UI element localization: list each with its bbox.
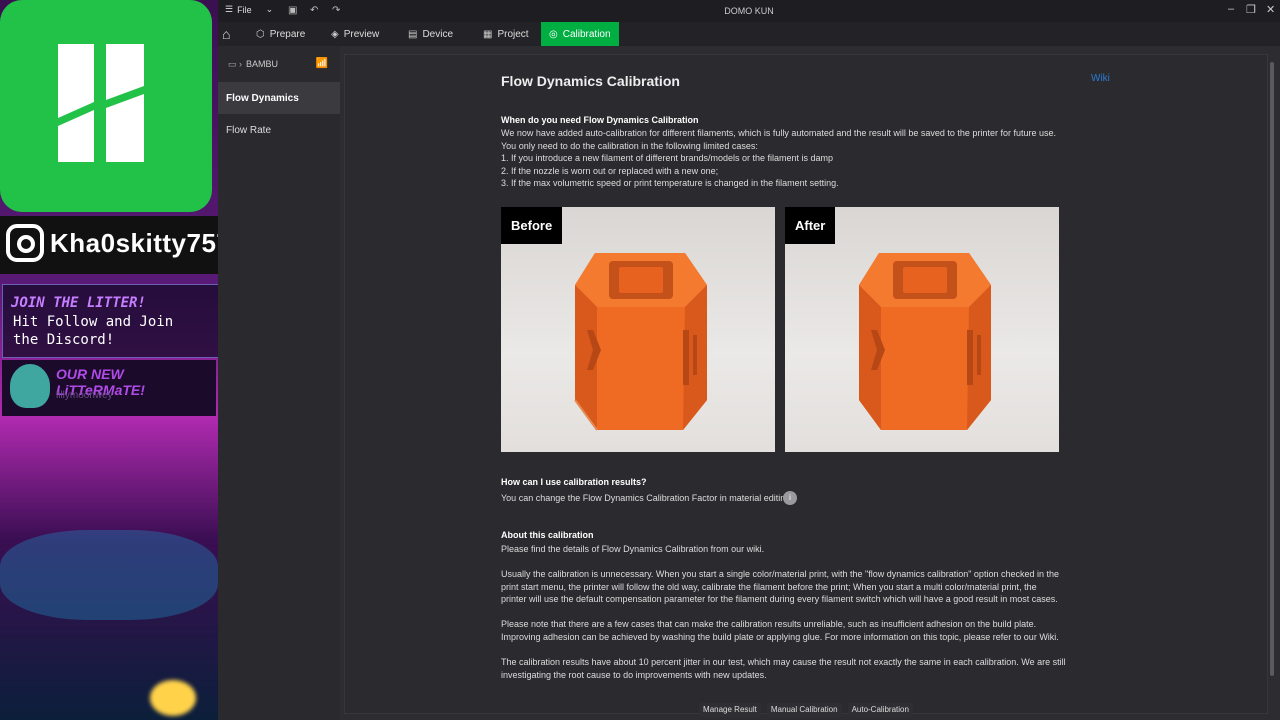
content-scrollbar[interactable] [1270, 62, 1274, 676]
printer-selector[interactable]: ▭ › BAMBU 📶 [218, 52, 340, 76]
tab-device[interactable]: ▤ Device [400, 22, 461, 46]
text-line: 2. If the nozzle is worn out or replaced… [501, 165, 719, 176]
instagram-banner: Kha0skitty757 [0, 216, 218, 274]
maximize-icon[interactable]: ❐ [1246, 3, 1256, 16]
text-line: Please find the details of Flow Dynamics… [501, 544, 765, 554]
wiki-link[interactable]: Wiki [1091, 73, 1110, 84]
tab-preview[interactable]: ◈ Preview [323, 22, 387, 46]
tab-label: Device [422, 28, 454, 40]
after-label: After [785, 207, 836, 244]
title-bar: ☰ File ⌄ ▣ ↶ ↷ DOMO KUN – ❐ ✕ [218, 0, 1280, 22]
calibration-sidebar: ▭ › BAMBU 📶 Flow Dynamics Flow Rate [218, 46, 340, 720]
screen: Kha0skitty757 JOIN THE LITTER! Hit Follo… [0, 0, 1280, 720]
bambu-studio-window: ☰ File ⌄ ▣ ↶ ↷ DOMO KUN – ❐ ✕ ⌂ ⬡ Prepar… [218, 0, 1280, 720]
how-heading: How can I use calibration results? [501, 477, 647, 487]
instagram-handle: Kha0skitty757 [50, 228, 218, 258]
text-line: 3. If the max volumetric speed or print … [501, 178, 839, 189]
preview-icon: ◈ [331, 28, 339, 40]
text-line: Please note that there are a few cases t… [501, 619, 1037, 629]
member-avatar [10, 364, 50, 408]
bambu-logo [0, 0, 212, 212]
calibration-icon: ◎ [549, 28, 558, 40]
cube-icon: ⬡ [256, 28, 265, 40]
overlay-light [150, 680, 196, 716]
text-line: printer will use the default compensatio… [501, 594, 1058, 605]
close-icon[interactable]: ✕ [1266, 3, 1275, 16]
text-line: You can change the Flow Dynamics Calibra… [501, 493, 791, 503]
how-paragraph: You can change the Flow Dynamics Calibra… [501, 492, 1061, 505]
instagram-icon [6, 224, 44, 262]
before-label: Before [501, 207, 563, 244]
sidebar-item-label: Flow Dynamics [226, 92, 299, 104]
about-paragraph-2: Please note that there are a few cases t… [501, 618, 1061, 643]
text-line: print start menu, the printer will follo… [501, 581, 1037, 592]
when-paragraph: We now have added auto-calibration for d… [501, 127, 1061, 190]
printer-name: BAMBU [246, 59, 279, 69]
overlay-decoration [0, 530, 218, 620]
calibration-actions: Manage Result Manual Calibration Auto-Ca… [345, 703, 1267, 717]
tab-label: Preview [343, 28, 380, 40]
tab-label: Calibration [562, 28, 611, 40]
stream-overlay: Kha0skitty757 JOIN THE LITTER! Hit Follo… [0, 0, 218, 720]
about-paragraph-1: Usually the calibration is unnecessary. … [501, 568, 1061, 606]
tab-calibration[interactable]: ◎ Calibration [541, 22, 619, 46]
after-image: After [785, 207, 1059, 452]
project-icon: ▦ [483, 28, 493, 40]
follow-subtitle: Hit Follow and Join the Discord! [13, 314, 174, 348]
text-line: The calibration results have about 10 pe… [501, 657, 1066, 667]
after-cube-illustration [859, 253, 991, 430]
when-heading: When do you need Flow Dynamics Calibrati… [501, 115, 699, 125]
text-line: Usually the calibration is unnecessary. … [501, 569, 1059, 579]
tab-label: Project [497, 28, 529, 40]
device-icon: ▤ [408, 28, 418, 40]
tab-prepare[interactable]: ⬡ Prepare [248, 22, 313, 46]
text-line: 1. If you introduce a new filament of di… [501, 153, 834, 164]
page-title: Flow Dynamics Calibration [501, 73, 680, 89]
sidebar-item-flow-rate[interactable]: Flow Rate [218, 114, 340, 146]
new-member-banner: OUR NEW LiTTeRMaTE! lillymoonwey [2, 360, 216, 416]
text-line: You only need to do the calibration in t… [501, 140, 758, 151]
window-title: DOMO KUN [724, 6, 774, 16]
auto-calibration-button[interactable]: Auto-Calibration [847, 703, 913, 717]
before-cube-illustration [574, 253, 707, 431]
follow-title: JOIN THE LITTER! [11, 295, 146, 311]
sidebar-item-flow-dynamics[interactable]: Flow Dynamics [218, 82, 340, 114]
home-icon[interactable]: ⌂ [222, 26, 238, 42]
about-heading: About this calibration [501, 530, 594, 540]
about-paragraph-3: The calibration results have about 10 pe… [501, 656, 1066, 681]
tab-project[interactable]: ▦ Project [475, 22, 537, 46]
wifi-icon: 📶 [315, 58, 328, 69]
printer-icon: ▭ › [228, 58, 243, 69]
sidebar-item-label: Flow Rate [226, 124, 272, 136]
manage-result-button[interactable]: Manage Result [699, 703, 761, 717]
new-member-name: lillymoonwey [56, 390, 113, 401]
before-image: Before [501, 207, 775, 452]
info-icon[interactable]: i [783, 491, 797, 505]
follow-banner: JOIN THE LITTER! Hit Follow and Join the… [2, 284, 218, 358]
text-line: investigating the root cause to do impro… [501, 669, 767, 680]
text-line: We now have added auto-calibration for d… [501, 128, 1056, 138]
text-line: Improving adhesion can be achieved by wa… [501, 631, 1059, 642]
about-intro: Please find the details of Flow Dynamics… [501, 543, 1061, 556]
tab-label: Prepare [269, 28, 306, 40]
manual-calibration-button[interactable]: Manual Calibration [766, 703, 842, 717]
bambu-logo-icon [58, 44, 144, 162]
minimize-icon[interactable]: – [1228, 3, 1234, 15]
calibration-content: Flow Dynamics Calibration Wiki When do y… [344, 54, 1268, 717]
main-tab-bar: ⌂ ⬡ Prepare ◈ Preview ▤ Device ▦ Project… [218, 22, 1280, 46]
